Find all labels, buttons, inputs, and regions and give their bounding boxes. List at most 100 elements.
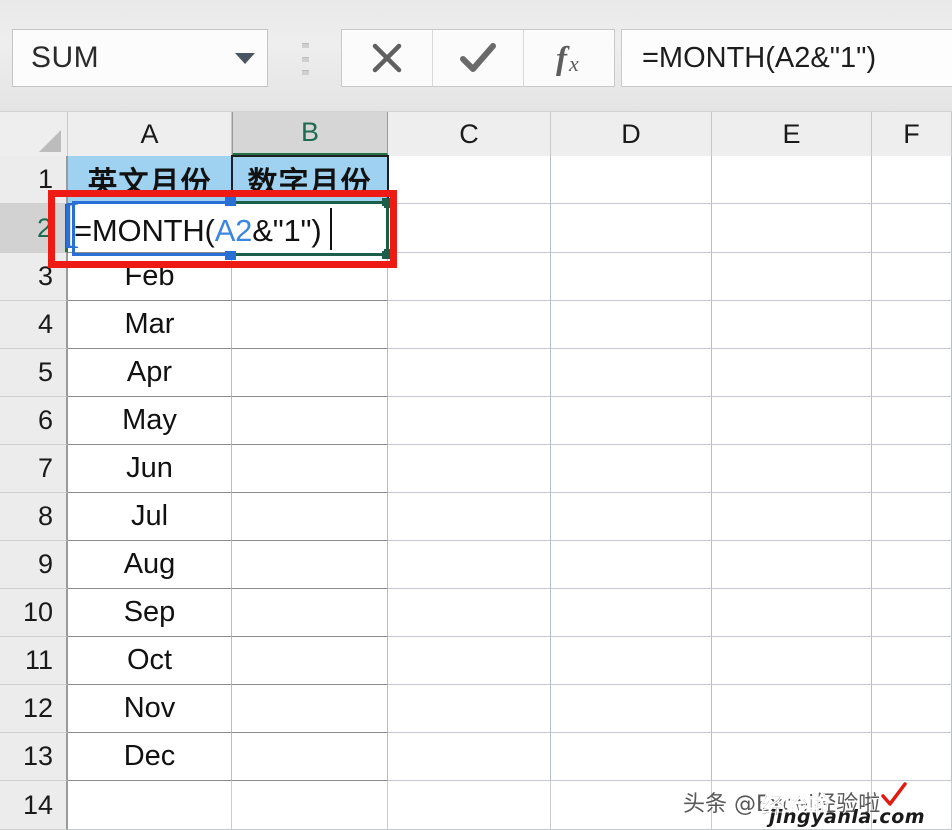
row-header-12[interactable]: 12 <box>0 685 68 733</box>
cell-c14[interactable] <box>388 781 551 830</box>
row-header-10[interactable]: 10 <box>0 589 68 637</box>
cell-f6[interactable] <box>872 397 952 445</box>
cell-c6[interactable] <box>388 397 551 445</box>
row-header-13[interactable]: 13 <box>0 733 68 781</box>
cell-a14[interactable] <box>68 781 232 830</box>
cell-a5[interactable]: Apr <box>68 349 232 397</box>
cell-e11[interactable] <box>712 637 872 685</box>
cell-a8[interactable]: Jul <box>68 493 232 541</box>
enter-button[interactable] <box>433 30 524 86</box>
cell-d7[interactable] <box>551 445 712 493</box>
cell-e8[interactable] <box>712 493 872 541</box>
cell-b9[interactable] <box>232 541 388 589</box>
row-header-1[interactable]: 1 <box>0 156 68 204</box>
column-header-e[interactable]: E <box>712 112 872 156</box>
cell-b10[interactable] <box>232 589 388 637</box>
cell-a1[interactable]: 英文月份 <box>68 156 232 204</box>
row-header-11[interactable]: 11 <box>0 637 68 685</box>
cell-c2[interactable] <box>388 204 551 253</box>
cell-b12[interactable] <box>232 685 388 733</box>
insert-function-button[interactable]: f x <box>524 30 614 86</box>
cell-a6[interactable]: May <box>68 397 232 445</box>
cell-f2[interactable] <box>872 204 952 253</box>
cell-b7[interactable] <box>232 445 388 493</box>
name-box[interactable]: SUM <box>12 29 268 87</box>
cell-b2[interactable] <box>232 204 388 253</box>
cell-c9[interactable] <box>388 541 551 589</box>
cell-f14[interactable] <box>872 781 952 830</box>
select-all-button[interactable] <box>0 112 68 156</box>
cell-e10[interactable] <box>712 589 872 637</box>
cell-d1[interactable] <box>551 156 712 204</box>
cell-d11[interactable] <box>551 637 712 685</box>
cell-c13[interactable] <box>388 733 551 781</box>
cell-b14[interactable] <box>232 781 388 830</box>
row-header-2[interactable]: 2 <box>0 204 68 253</box>
cell-c1[interactable] <box>388 156 551 204</box>
cell-e6[interactable] <box>712 397 872 445</box>
cell-f7[interactable] <box>872 445 952 493</box>
cell-b3[interactable] <box>232 253 388 301</box>
cell-e9[interactable] <box>712 541 872 589</box>
cell-e1[interactable] <box>712 156 872 204</box>
cell-e5[interactable] <box>712 349 872 397</box>
cell-d12[interactable] <box>551 685 712 733</box>
row-header-4[interactable]: 4 <box>0 301 68 349</box>
formula-input[interactable]: =MONTH(A2&"1") <box>621 29 952 87</box>
cell-b5[interactable] <box>232 349 388 397</box>
cell-f13[interactable] <box>872 733 952 781</box>
cell-f9[interactable] <box>872 541 952 589</box>
column-header-a[interactable]: A <box>68 112 232 156</box>
cell-f3[interactable] <box>872 253 952 301</box>
cell-e2[interactable] <box>712 204 872 253</box>
cell-a13[interactable]: Dec <box>68 733 232 781</box>
cell-f10[interactable] <box>872 589 952 637</box>
cell-a7[interactable]: Jun <box>68 445 232 493</box>
drag-grip-icon[interactable] <box>298 40 312 78</box>
cell-f1[interactable] <box>872 156 952 204</box>
cell-a2[interactable] <box>68 204 232 253</box>
column-header-f[interactable]: F <box>872 112 952 156</box>
cell-c4[interactable] <box>388 301 551 349</box>
cell-c8[interactable] <box>388 493 551 541</box>
chevron-down-icon[interactable] <box>223 30 267 86</box>
cell-a9[interactable]: Aug <box>68 541 232 589</box>
row-header-3[interactable]: 3 <box>0 253 68 301</box>
row-header-6[interactable]: 6 <box>0 397 68 445</box>
cell-d5[interactable] <box>551 349 712 397</box>
column-header-b[interactable]: B <box>232 112 388 156</box>
cell-f4[interactable] <box>872 301 952 349</box>
cell-c5[interactable] <box>388 349 551 397</box>
cell-c3[interactable] <box>388 253 551 301</box>
cell-b4[interactable] <box>232 301 388 349</box>
cell-c10[interactable] <box>388 589 551 637</box>
row-header-8[interactable]: 8 <box>0 493 68 541</box>
row-header-5[interactable]: 5 <box>0 349 68 397</box>
row-header-14[interactable]: 14 <box>0 781 68 830</box>
cancel-button[interactable] <box>342 30 433 86</box>
cell-e12[interactable] <box>712 685 872 733</box>
cell-c11[interactable] <box>388 637 551 685</box>
cell-b6[interactable] <box>232 397 388 445</box>
cell-f11[interactable] <box>872 637 952 685</box>
row-header-9[interactable]: 9 <box>0 541 68 589</box>
cell-d2[interactable] <box>551 204 712 253</box>
cell-a12[interactable]: Nov <box>68 685 232 733</box>
cell-b13[interactable] <box>232 733 388 781</box>
cell-d3[interactable] <box>551 253 712 301</box>
cell-d13[interactable] <box>551 733 712 781</box>
cell-d10[interactable] <box>551 589 712 637</box>
cell-b11[interactable] <box>232 637 388 685</box>
column-header-c[interactable]: C <box>388 112 551 156</box>
cell-a11[interactable]: Oct <box>68 637 232 685</box>
cell-d8[interactable] <box>551 493 712 541</box>
cell-f8[interactable] <box>872 493 952 541</box>
cell-a3[interactable]: Feb <box>68 253 232 301</box>
row-header-7[interactable]: 7 <box>0 445 68 493</box>
cell-d4[interactable] <box>551 301 712 349</box>
cell-f5[interactable] <box>872 349 952 397</box>
cell-a4[interactable]: Mar <box>68 301 232 349</box>
cell-d14[interactable] <box>551 781 712 830</box>
cell-b1[interactable]: 数字月份 <box>232 156 388 204</box>
cell-f12[interactable] <box>872 685 952 733</box>
